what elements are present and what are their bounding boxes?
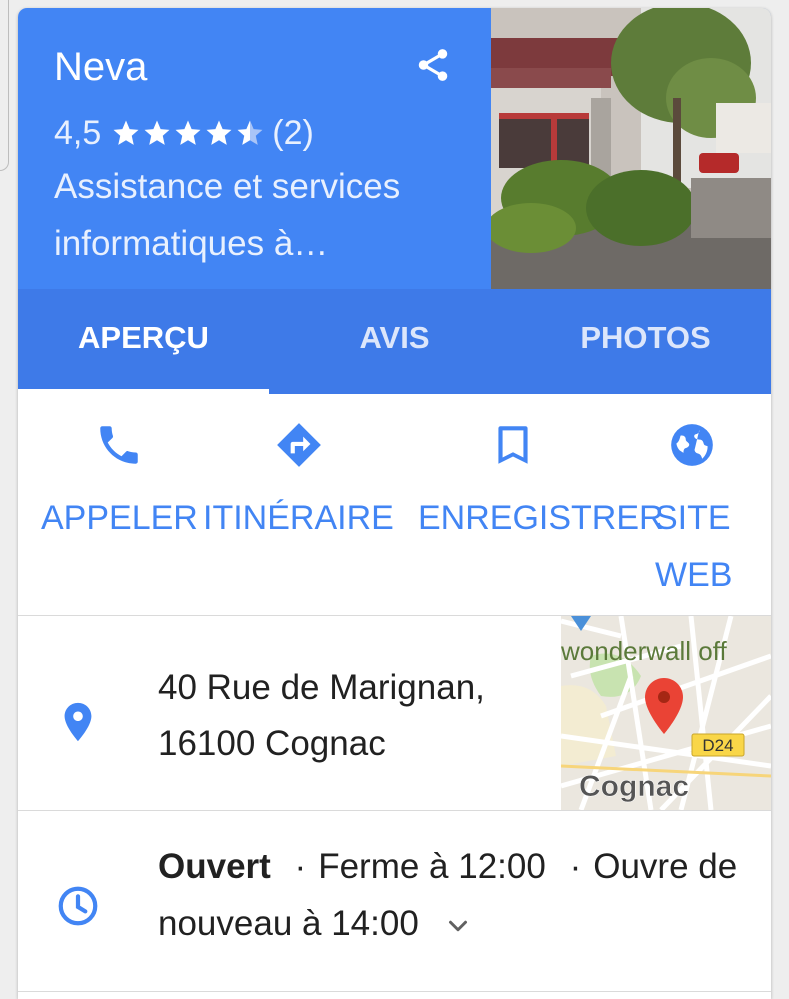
tab-overview[interactable]: APERÇU	[18, 289, 269, 394]
place-header: Neva 4,5 (2) Assistance et services info…	[18, 8, 771, 289]
hours-separator: ·	[294, 847, 307, 886]
address-line2: 16100 Cognac	[158, 724, 386, 763]
chevron-down-icon[interactable]	[443, 911, 473, 941]
open-status: Ouvert	[158, 847, 271, 886]
directions-icon	[277, 423, 321, 467]
half-star-icon	[237, 120, 263, 145]
tab-bar: APERÇU AVIS PHOTOS	[18, 289, 771, 394]
tab-photos[interactable]: PHOTOS	[520, 289, 771, 394]
directions-button[interactable]: ITINÉRAIRE	[203, 394, 394, 615]
globe-icon	[671, 424, 713, 466]
call-button[interactable]: APPELER	[18, 394, 206, 615]
save-button[interactable]: ENREGISTRER	[394, 394, 664, 615]
map-city-label: Cognac	[579, 770, 689, 803]
rating-value: 4,5	[54, 114, 102, 152]
hours-separator: ·	[569, 847, 582, 886]
star-rating	[111, 118, 266, 148]
address-text: 40 Rue de Marignan, 16100 Cognac	[158, 660, 558, 772]
review-count: (2)	[272, 114, 314, 152]
website-label-line1: SITE	[655, 499, 731, 537]
bookmark-icon	[498, 426, 528, 464]
place-card: Neva 4,5 (2) Assistance et services info…	[18, 8, 771, 999]
action-bar: APPELER ITINÉRAIRE ENREGISTRER SITE WEB	[18, 394, 771, 616]
star-icon	[113, 120, 139, 145]
website-label-line2: WEB	[655, 556, 733, 594]
address-row[interactable]: 40 Rue de Marignan, 16100 Cognac D24 won…	[18, 616, 771, 811]
tab-reviews[interactable]: AVIS	[269, 289, 520, 394]
star-icon	[144, 120, 170, 145]
map-thumbnail[interactable]: D24 wonderwall off Cognac	[561, 616, 771, 810]
place-name: Neva	[54, 45, 148, 89]
address-line1: 40 Rue de Marignan,	[158, 668, 485, 707]
phone-icon	[100, 426, 138, 464]
location-pin-icon	[64, 702, 92, 742]
star-icon	[206, 120, 232, 145]
reopen-time-part1: Ouvre	[593, 847, 689, 886]
call-label: APPELER	[41, 499, 198, 537]
star-icon	[175, 120, 201, 145]
closing-time: Ferme à 12:00	[318, 847, 546, 886]
map-place-label: wonderwall off	[561, 636, 728, 666]
place-photo[interactable]	[491, 8, 771, 289]
hours-text: Ouvert · Ferme à 12:00 · Ouvre de nouveau …	[158, 838, 748, 952]
place-category: Assistance et services informatiques à…	[54, 167, 401, 263]
directions-label: ITINÉRAIRE	[203, 499, 394, 537]
rating-row[interactable]: 4,5 (2)	[54, 113, 314, 153]
hours-row[interactable]: Ouvert · Ferme à 12:00 · Ouvre de nouveau …	[18, 811, 771, 992]
clock-icon	[58, 886, 98, 926]
map-road-label: D24	[702, 736, 733, 755]
share-icon[interactable]	[414, 46, 452, 84]
website-button[interactable]: SITE WEB	[582, 394, 771, 615]
left-edge-decoration	[0, 0, 9, 171]
